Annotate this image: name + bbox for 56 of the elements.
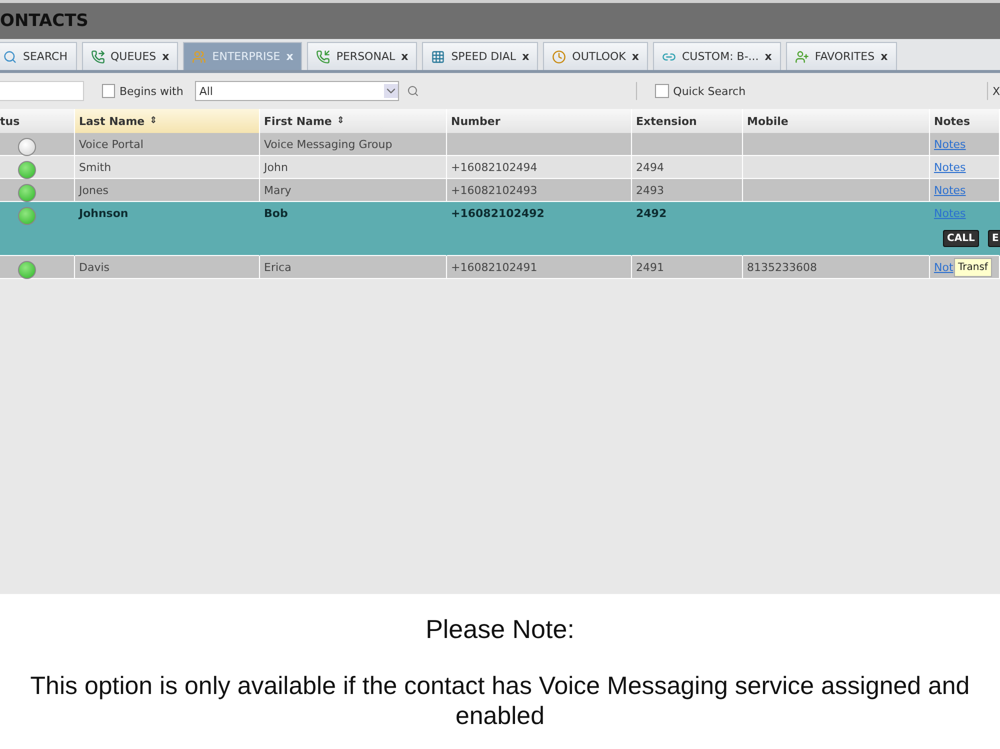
table-cell: Davis: [75, 256, 260, 279]
search-field[interactable]: [0, 81, 84, 101]
table-cell: +16082102493: [447, 179, 632, 202]
checkbox[interactable]: [655, 84, 670, 98]
tab[interactable]: FAVORITES x: [786, 42, 897, 70]
note-heading: Please Note:: [426, 614, 574, 645]
tab[interactable]: OUTLOOK x: [543, 42, 648, 70]
table-cell: Erica: [260, 256, 447, 279]
table-cell: Voice Portal: [75, 133, 260, 156]
action-button[interactable]: E: [988, 230, 1000, 247]
chevron-icon: [384, 84, 398, 98]
table-cell: Mary: [260, 179, 447, 202]
table-cell: +16082102491: [447, 256, 632, 279]
tab[interactable]: SPEED DIAL x: [422, 42, 538, 70]
people-icon: [192, 50, 206, 64]
search-icon: [3, 50, 17, 64]
table-cell: Smith: [75, 156, 260, 179]
checkbox-label: Quick Search: [673, 84, 746, 98]
dropdown[interactable]: All: [195, 81, 400, 101]
table-cell: +16082102492: [447, 202, 632, 256]
column-header[interactable]: Number: [447, 109, 632, 133]
column-header[interactable]: Mobile: [743, 109, 930, 133]
tooltip: Transf: [954, 258, 992, 277]
checkbox-label: Begins with: [119, 84, 184, 98]
clock-icon: [552, 50, 566, 64]
table-cell: Bob: [260, 202, 447, 256]
table-cell: John: [260, 156, 447, 179]
table-cell: 2491: [632, 256, 743, 279]
phone-icon: [90, 50, 105, 64]
tab[interactable]: QUEUES x: [82, 42, 178, 70]
table-cell: +16082102494: [447, 156, 632, 179]
table-cell: Johnson: [75, 202, 260, 256]
table-cell: 2493: [632, 179, 743, 202]
column-header[interactable]: tus: [0, 109, 75, 133]
table-cell: Voice Messaging Group: [260, 133, 447, 156]
column-header[interactable]: Notes: [930, 109, 1000, 133]
person-icon: [794, 50, 809, 64]
close-label[interactable]: X: [992, 84, 1000, 98]
action-button[interactable]: CALL: [943, 230, 979, 247]
column-header[interactable]: Extension: [632, 109, 743, 133]
search-icon[interactable]: [407, 85, 420, 97]
table-cell: 2492: [632, 202, 743, 256]
column-header[interactable]: First Name ⇕: [260, 109, 447, 133]
table-cell: Jones: [75, 179, 260, 202]
keypad-icon: [431, 50, 446, 64]
tab[interactable]: PERSONAL x: [307, 42, 418, 70]
tab[interactable]: CUSTOM: B-... x: [652, 42, 781, 70]
tab[interactable]: SEARCH: [0, 42, 77, 70]
table-cell: 8135233608: [743, 256, 930, 279]
column-header[interactable]: Last Name ⇕: [75, 109, 260, 133]
table-cell: 2494: [632, 156, 743, 179]
checkbox[interactable]: [102, 84, 116, 98]
window-title: ONTACTS: [0, 11, 88, 31]
note-text: This option is only available if the contact has Voice Messaging service assigned and enabled: [29, 671, 971, 731]
phone-icon: [316, 50, 330, 64]
notes-link[interactable]: Notes: [934, 161, 966, 174]
